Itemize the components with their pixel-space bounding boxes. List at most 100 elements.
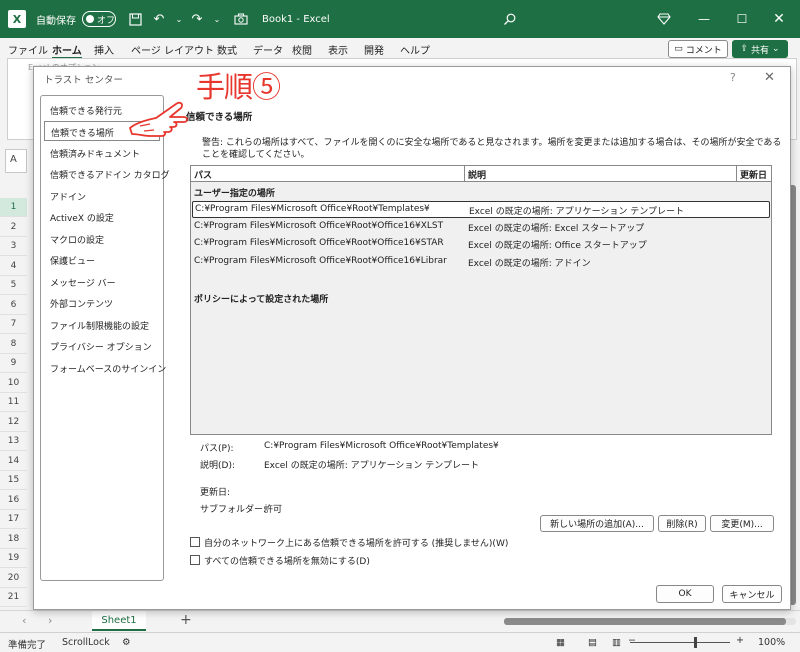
tab-view[interactable]: 表示: [328, 42, 348, 57]
nav-item-trusted-documents[interactable]: 信頼済みドキュメント: [44, 143, 160, 163]
row-header[interactable]: 4: [0, 256, 27, 276]
row-description: Excel の既定の場所: Office スタートアップ: [468, 241, 647, 251]
nav-item-external-content[interactable]: 外部コンテンツ: [44, 293, 160, 313]
table-row[interactable]: C:¥Program Files¥Microsoft Office¥Root¥O…: [192, 254, 770, 271]
allow-network-locations-label[interactable]: 自分のネットワーク上にある信頼できる場所を許可する (推奨しません)(W): [204, 536, 508, 549]
disable-all-locations-checkbox[interactable]: [190, 555, 200, 565]
row-header[interactable]: 7: [0, 315, 27, 334]
tab-review[interactable]: 校閲: [292, 42, 312, 57]
row-header[interactable]: 6: [0, 295, 27, 315]
comment-label: コメント: [685, 45, 722, 56]
tab-data[interactable]: データ: [253, 42, 283, 57]
row-header[interactable]: 12: [0, 412, 27, 432]
row-path: C:¥Program Files¥Microsoft Office¥Root¥O…: [194, 221, 444, 231]
name-box[interactable]: A: [5, 149, 27, 173]
add-sheet-icon[interactable]: +: [180, 612, 192, 628]
title-bar: X 自動保存 オフ ↶ ⌄ ↷ ⌄ Book1 - Excel — ☐ ✕: [0, 0, 800, 38]
row-header[interactable]: 8: [0, 334, 27, 354]
row-header[interactable]: 21: [0, 588, 27, 607]
nav-item-activex[interactable]: ActiveX の設定: [44, 207, 160, 227]
column-header-modified[interactable]: 更新日: [737, 166, 771, 182]
row-header[interactable]: 20: [0, 568, 27, 588]
column-header-path[interactable]: パス: [191, 166, 465, 182]
subfolder-value: 許可: [264, 505, 283, 515]
accessibility-icon[interactable]: ⚙: [122, 637, 131, 648]
row-header[interactable]: 13: [0, 432, 27, 451]
nav-item-form-signin[interactable]: フォームベースのサインイン: [44, 358, 166, 378]
autosave-toggle[interactable]: オフ: [82, 11, 116, 27]
row-header[interactable]: 5: [0, 276, 27, 295]
row-header[interactable]: 9: [0, 354, 27, 373]
row-header[interactable]: 1: [0, 198, 27, 217]
sheet-prev-icon[interactable]: ‹: [22, 614, 26, 627]
tab-page-layout[interactable]: ページ レイアウト: [131, 42, 214, 57]
warning-text: 警告: これらの場所はすべて、ファイルを開くのに安全な場所であると見なされます。…: [202, 138, 782, 160]
tab-formulas[interactable]: 数式: [217, 42, 237, 57]
row-header[interactable]: 15: [0, 471, 27, 490]
sheet-tab[interactable]: Sheet1: [92, 611, 146, 631]
tab-insert[interactable]: 挿入: [94, 42, 114, 57]
zoom-slider-track[interactable]: [630, 642, 730, 643]
row-header[interactable]: 11: [0, 393, 27, 412]
row-header[interactable]: 18: [0, 529, 27, 549]
ok-button[interactable]: OK: [656, 585, 714, 603]
row-header[interactable]: 2: [0, 217, 27, 237]
excel-logo-icon: X: [8, 10, 26, 28]
zoom-level[interactable]: 100%: [758, 637, 785, 648]
horizontal-scrollbar[interactable]: [504, 618, 796, 625]
save-icon[interactable]: [124, 0, 146, 38]
add-location-button[interactable]: 新しい場所の追加(A)...: [540, 515, 654, 532]
tab-file[interactable]: ファイル: [8, 42, 48, 57]
close-icon[interactable]: ✕: [764, 70, 775, 85]
page-break-view-icon[interactable]: ▥: [612, 637, 621, 648]
zoom-slider-thumb[interactable]: [694, 637, 697, 648]
chevron-down-icon: ⌄: [772, 44, 780, 54]
cancel-button[interactable]: キャンセル: [722, 585, 782, 603]
modify-button[interactable]: 変更(M)...: [710, 515, 774, 532]
pointing-hand-icon: [129, 101, 188, 137]
table-row[interactable]: C:¥Program Files¥Microsoft Office¥Root¥T…: [192, 201, 770, 218]
tab-developer[interactable]: 開発: [364, 42, 384, 57]
nav-item-macro-settings[interactable]: マクロの設定: [44, 229, 160, 249]
nav-item-addins[interactable]: アドイン: [44, 186, 160, 206]
diamond-icon[interactable]: [657, 0, 671, 38]
redo-icon[interactable]: ↷: [186, 0, 208, 38]
page-layout-view-icon[interactable]: ▤: [588, 637, 597, 648]
zoom-in-icon[interactable]: +: [736, 635, 744, 646]
nav-item-privacy-options[interactable]: プライバシー オプション: [44, 336, 160, 356]
row-header[interactable]: 14: [0, 451, 27, 471]
sheet-next-icon[interactable]: ›: [48, 614, 52, 627]
minimize-icon[interactable]: —: [693, 0, 715, 38]
trusted-locations-table: パス 説明 更新日 ユーザー指定の場所 C:¥Program Files¥Mic…: [190, 165, 772, 435]
redo-dropdown-icon[interactable]: ⌄: [206, 0, 228, 38]
tab-home[interactable]: ホーム: [52, 42, 82, 59]
close-window-icon[interactable]: ✕: [768, 0, 790, 38]
tab-help[interactable]: ヘルプ: [400, 42, 430, 57]
help-icon[interactable]: ?: [730, 71, 736, 84]
share-icon: ⇪: [740, 44, 748, 54]
share-button[interactable]: ⇪ 共有 ⌄: [732, 40, 788, 58]
row-header[interactable]: 16: [0, 490, 27, 510]
maximize-icon[interactable]: ☐: [731, 0, 753, 38]
undo-icon[interactable]: ↶: [148, 0, 170, 38]
row-header[interactable]: 19: [0, 549, 27, 568]
search-icon[interactable]: [503, 0, 516, 38]
column-header-description[interactable]: 説明: [465, 166, 737, 182]
nav-item-message-bar[interactable]: メッセージ バー: [44, 272, 160, 292]
table-row[interactable]: C:¥Program Files¥Microsoft Office¥Root¥O…: [192, 236, 770, 253]
workbook-title: Book1 - Excel: [262, 13, 330, 25]
zoom-out-icon[interactable]: −: [628, 635, 636, 646]
comment-button[interactable]: ▭ コメント: [668, 40, 728, 58]
camera-icon[interactable]: [230, 0, 252, 38]
nav-item-trusted-addin-catalogs[interactable]: 信頼できるアドイン カタログ: [44, 164, 170, 184]
disable-all-locations-label[interactable]: すべての信頼できる場所を無効にする(D): [204, 554, 370, 567]
row-header[interactable]: 3: [0, 237, 27, 256]
remove-button[interactable]: 削除(R): [658, 515, 706, 532]
table-row[interactable]: C:¥Program Files¥Microsoft Office¥Root¥O…: [192, 219, 770, 236]
nav-item-protected-view[interactable]: 保護ビュー: [44, 250, 160, 270]
nav-item-file-block[interactable]: ファイル制限機能の設定: [44, 315, 160, 335]
row-header[interactable]: 17: [0, 510, 27, 529]
row-header[interactable]: 10: [0, 373, 27, 393]
normal-view-icon[interactable]: ▦: [556, 637, 565, 648]
allow-network-locations-checkbox[interactable]: [190, 537, 200, 547]
